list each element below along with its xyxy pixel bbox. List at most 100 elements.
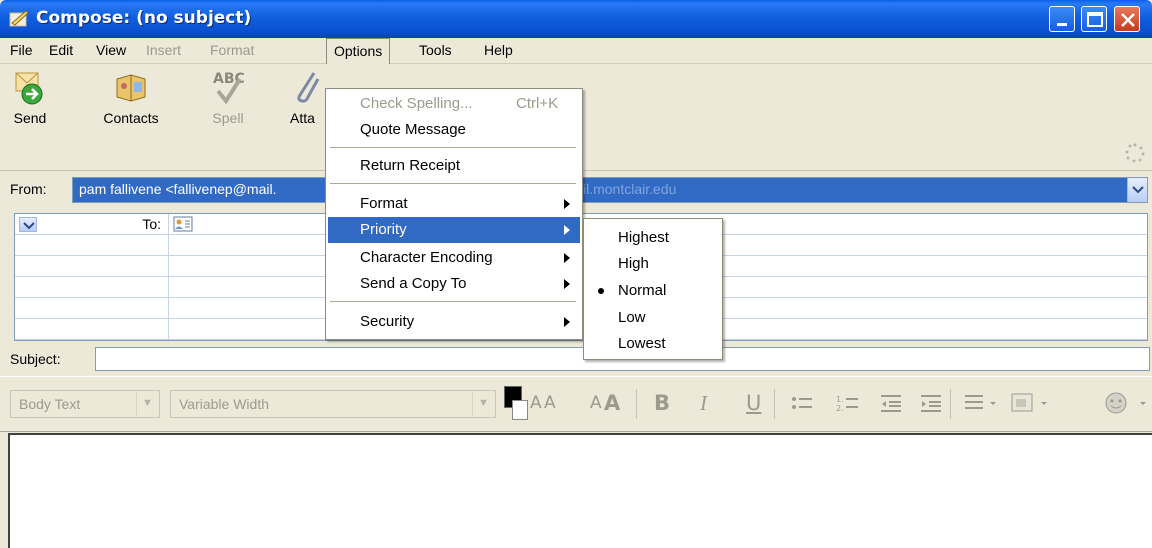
smaller-text-button-b: A (544, 393, 556, 413)
indent-icon[interactable] (920, 393, 942, 413)
menu-item-priority[interactable]: Priority (328, 217, 580, 243)
from-select[interactable]: pam fallivene <fallivenep@mail. il.montc… (72, 177, 1148, 203)
menu-bar: File Edit View Insert Format Options Too… (0, 38, 1152, 64)
submenu-arrow-icon (564, 253, 570, 263)
insert-image-icon[interactable] (1010, 391, 1052, 415)
priority-item-highest[interactable]: Highest (586, 225, 720, 251)
character-encoding-label: Character Encoding (360, 249, 493, 266)
svg-text:2.: 2. (836, 404, 844, 413)
menu-item-send-copy-to[interactable]: Send a Copy To (328, 271, 580, 297)
send-copy-to-label: Send a Copy To (360, 275, 467, 292)
address-card-icon (173, 216, 193, 232)
background-color-swatch (512, 400, 528, 420)
submenu-arrow-icon (564, 199, 570, 209)
return-receipt-label: Return Receipt (360, 157, 461, 174)
subject-label: Subject: (10, 351, 61, 367)
larger-text-button-b: A (604, 391, 621, 415)
priority-lowest-label: Lowest (618, 335, 666, 352)
svg-text:1.: 1. (836, 395, 844, 404)
menu-help[interactable]: Help (484, 42, 513, 58)
menu-file[interactable]: File (10, 42, 33, 58)
chevron-down-icon (19, 217, 37, 232)
quote-message-label: Quote Message (360, 121, 466, 138)
toolbar-separator (636, 389, 637, 419)
title-bar[interactable]: Compose: (no subject) (0, 0, 1152, 38)
numbered-list-icon[interactable]: 1.2. (836, 393, 860, 413)
message-body-editor[interactable] (8, 433, 1152, 548)
window-title: Compose: (no subject) (36, 8, 252, 28)
from-label: From: (10, 181, 47, 197)
compose-icon (9, 10, 29, 27)
column-divider (168, 214, 169, 340)
menu-item-return-receipt[interactable]: Return Receipt (328, 153, 580, 179)
bold-button[interactable]: B (654, 391, 670, 415)
menu-separator (330, 183, 576, 184)
recipient-type-label: To: (142, 216, 161, 232)
menu-separator (330, 301, 576, 302)
security-label: Security (360, 313, 415, 330)
smiley-icon[interactable] (1102, 391, 1148, 415)
larger-text-button[interactable]: A (590, 393, 602, 413)
priority-item-high[interactable]: High (586, 251, 720, 277)
minimize-button[interactable] (1049, 6, 1075, 32)
menu-item-security[interactable]: Security (328, 309, 580, 335)
font-select[interactable]: Variable Width ▼ (170, 390, 496, 418)
priority-submenu: Highest High Normal Low Lowest (583, 218, 723, 360)
menu-item-check-spelling[interactable]: Check Spelling... Ctrl+K (328, 91, 580, 117)
from-value: pam fallivene <fallivenep@mail. (79, 181, 277, 197)
send-label: Send (13, 110, 47, 126)
menu-options[interactable]: Options (326, 38, 391, 64)
font-value: Variable Width (179, 396, 270, 412)
paragraph-style-select[interactable]: Body Text ▼ (10, 390, 160, 418)
check-spelling-shortcut: Ctrl+K (516, 95, 559, 112)
outdent-icon[interactable] (880, 393, 902, 413)
recipient-type-select[interactable]: To: (17, 216, 165, 234)
from-dropdown-arrow[interactable] (1127, 178, 1147, 202)
text-color-picker[interactable] (504, 386, 528, 420)
submenu-arrow-icon (564, 279, 570, 289)
priority-label: Priority (360, 221, 407, 238)
priority-item-low[interactable]: Low (586, 305, 720, 331)
menu-format[interactable]: Format (210, 42, 254, 58)
submenu-arrow-icon (564, 317, 570, 327)
format-label: Format (360, 195, 408, 212)
paperclip-icon (297, 72, 320, 103)
from-value-tail: il.montclair.edu (583, 181, 677, 197)
submenu-arrow-icon (564, 225, 570, 235)
chevron-down-icon (1132, 186, 1144, 194)
maximize-button[interactable] (1081, 6, 1107, 32)
priority-highest-label: Highest (618, 229, 669, 246)
attach-label: Atta (290, 110, 315, 126)
attach-button[interactable]: Atta (284, 67, 328, 126)
menu-item-format[interactable]: Format (328, 191, 580, 217)
send-button[interactable]: Send (10, 67, 50, 126)
underline-button[interactable]: U (746, 391, 761, 415)
menu-insert[interactable]: Insert (146, 42, 181, 58)
italic-button[interactable]: I (700, 391, 707, 416)
priority-low-label: Low (618, 309, 646, 326)
radio-bullet-icon (598, 288, 604, 294)
subject-row: Subject: (0, 345, 1152, 373)
priority-normal-label: Normal (618, 282, 667, 299)
menu-view[interactable]: View (96, 42, 126, 58)
smaller-text-button[interactable]: A (530, 393, 542, 413)
menu-edit[interactable]: Edit (49, 42, 73, 58)
format-toolbar: Body Text ▼ Variable Width ▼ A A A A B I… (0, 376, 1152, 432)
spell-check-icon: ABC (213, 71, 245, 105)
svg-text:ABC: ABC (213, 71, 245, 87)
menu-tools[interactable]: Tools (419, 42, 452, 58)
menu-item-quote-message[interactable]: Quote Message (328, 117, 580, 143)
toolbar-separator (774, 389, 775, 419)
check-spelling-label: Check Spelling... (360, 95, 473, 112)
priority-item-normal[interactable]: Normal (586, 278, 720, 304)
priority-high-label: High (618, 255, 649, 272)
bullet-list-icon[interactable] (790, 393, 814, 413)
contacts-button[interactable]: Contacts (96, 67, 166, 126)
paragraph-style-value: Body Text (19, 396, 81, 412)
priority-item-lowest[interactable]: Lowest (586, 331, 720, 357)
spell-button[interactable]: ABC Spell (206, 67, 250, 126)
menu-item-character-encoding[interactable]: Character Encoding (328, 245, 580, 271)
close-button[interactable] (1114, 6, 1140, 32)
align-icon[interactable] (964, 393, 1000, 413)
send-icon (15, 72, 43, 105)
